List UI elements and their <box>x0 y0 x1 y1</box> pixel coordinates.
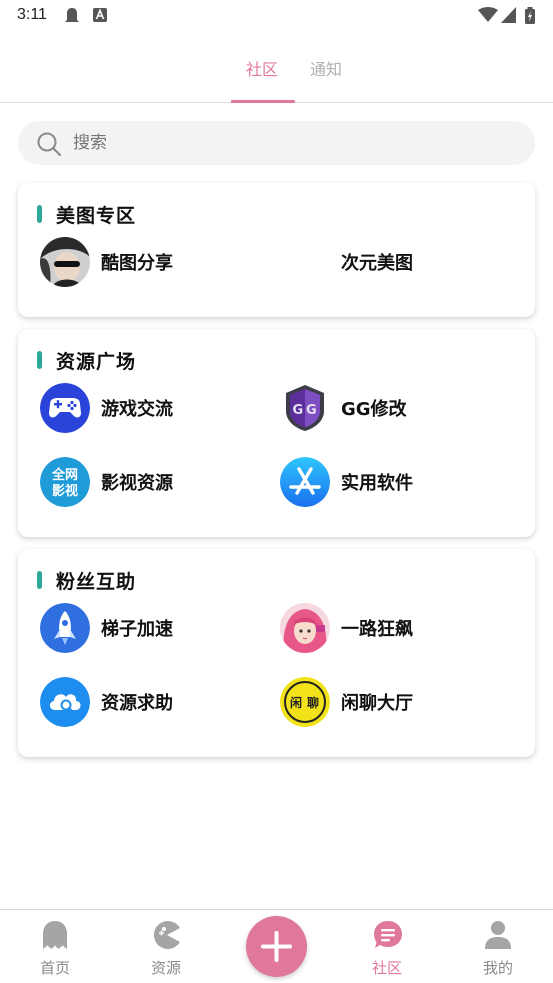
section-card-resources: 资源广场 游戏交流 G G GG修改 全网 影视 影视资源 实用软件 <box>18 329 535 537</box>
active-tab-indicator <box>231 100 295 103</box>
tab-notice[interactable]: 通知 <box>310 56 342 80</box>
nav-mine[interactable]: 我的 <box>458 910 538 983</box>
section-marker <box>37 205 42 223</box>
forum-item-label: 资源求助 <box>101 693 173 714</box>
section-marker <box>37 571 42 589</box>
section-title: 粉丝互助 <box>56 571 137 593</box>
svg-text:G: G <box>293 403 304 418</box>
section-card-fan-help: 粉丝互助 梯子加速 一路狂飙 资源求助 闲 聊 闲聊大厅 <box>18 549 535 757</box>
forum-item-label: 次元美图 <box>341 253 413 274</box>
signal-icon <box>501 7 516 23</box>
nav-label: 我的 <box>482 959 513 977</box>
forum-item-chat-hall[interactable]: 闲 聊 闲聊大厅 <box>280 677 500 727</box>
plus-icon <box>261 931 292 962</box>
wifi-icon <box>478 7 498 22</box>
forum-item-game-chat[interactable]: 游戏交流 <box>40 383 260 433</box>
app-store-icon <box>280 457 330 507</box>
status-bar: 3:11 <box>0 0 553 30</box>
ghost-icon <box>43 921 67 949</box>
section-marker <box>37 351 42 369</box>
section-title: 资源广场 <box>56 351 137 373</box>
add-post-button[interactable] <box>246 916 307 977</box>
forum-item-label: 梯子加速 <box>101 619 173 640</box>
full-net-video-icon: 全网 影视 <box>40 457 90 507</box>
search-bar[interactable] <box>18 121 535 165</box>
forum-item-label: 闲聊大厅 <box>341 693 413 714</box>
nav-home[interactable]: 首页 <box>15 910 95 983</box>
svg-text:聊: 聊 <box>307 695 319 710</box>
svg-text:闲: 闲 <box>290 696 302 710</box>
gamepad-icon <box>40 383 90 433</box>
chat-hall-icon: 闲 聊 <box>280 677 330 727</box>
gg-guardian-icon: G G <box>280 383 330 433</box>
pacman-icon <box>153 921 180 949</box>
status-time: 3:11 <box>17 6 47 23</box>
forum-item-label: 影视资源 <box>101 473 173 494</box>
forum-item-label: GG修改 <box>341 399 407 420</box>
forum-item-label: 一路狂飙 <box>341 619 413 640</box>
section-title: 美图专区 <box>56 205 137 227</box>
forum-item-resource-help[interactable]: 资源求助 <box>40 677 260 727</box>
section-card-gallery: 美图专区 酷图分享 次元美图 <box>18 183 535 317</box>
notification-ghost-icon <box>65 8 79 22</box>
forum-item-useful-apps[interactable]: 实用软件 <box>280 457 500 507</box>
top-tabs: 社区 通知 <box>0 30 553 103</box>
search-input[interactable] <box>73 133 373 153</box>
forum-item-label: 实用软件 <box>341 473 413 494</box>
forum-item-cool-pics[interactable]: 酷图分享 <box>40 237 260 287</box>
nav-label: 首页 <box>39 959 70 977</box>
cloud-search-icon <box>40 677 90 727</box>
nav-community[interactable]: 社区 <box>347 910 427 983</box>
anime-avatar-icon <box>280 603 330 653</box>
svg-text:影视: 影视 <box>52 483 78 499</box>
forum-item-label: 酷图分享 <box>101 253 173 274</box>
search-icon <box>37 132 62 157</box>
nav-resources[interactable]: 资源 <box>126 910 206 983</box>
forum-item-gg-mod[interactable]: G G GG修改 <box>280 383 500 433</box>
tab-community[interactable]: 社区 <box>246 56 278 80</box>
chat-bubble-icon <box>374 921 402 948</box>
forum-item-racing[interactable]: 一路狂飙 <box>280 603 500 653</box>
nav-label: 资源 <box>150 959 181 977</box>
svg-text:G: G <box>306 403 317 418</box>
forum-item-video-resources[interactable]: 全网 影视 影视资源 <box>40 457 260 507</box>
forum-item-vpn-speedup[interactable]: 梯子加速 <box>40 603 260 653</box>
font-a-icon <box>93 8 107 22</box>
avatar-photo-icon <box>40 237 90 287</box>
rocket-icon <box>40 603 90 653</box>
svg-text:全网: 全网 <box>51 467 78 483</box>
person-icon <box>485 921 511 949</box>
battery-icon <box>525 7 535 24</box>
forum-item-label: 游戏交流 <box>101 399 173 420</box>
forum-item-2d-pics[interactable]: 次元美图 <box>280 237 500 287</box>
nav-label: 社区 <box>371 959 402 977</box>
